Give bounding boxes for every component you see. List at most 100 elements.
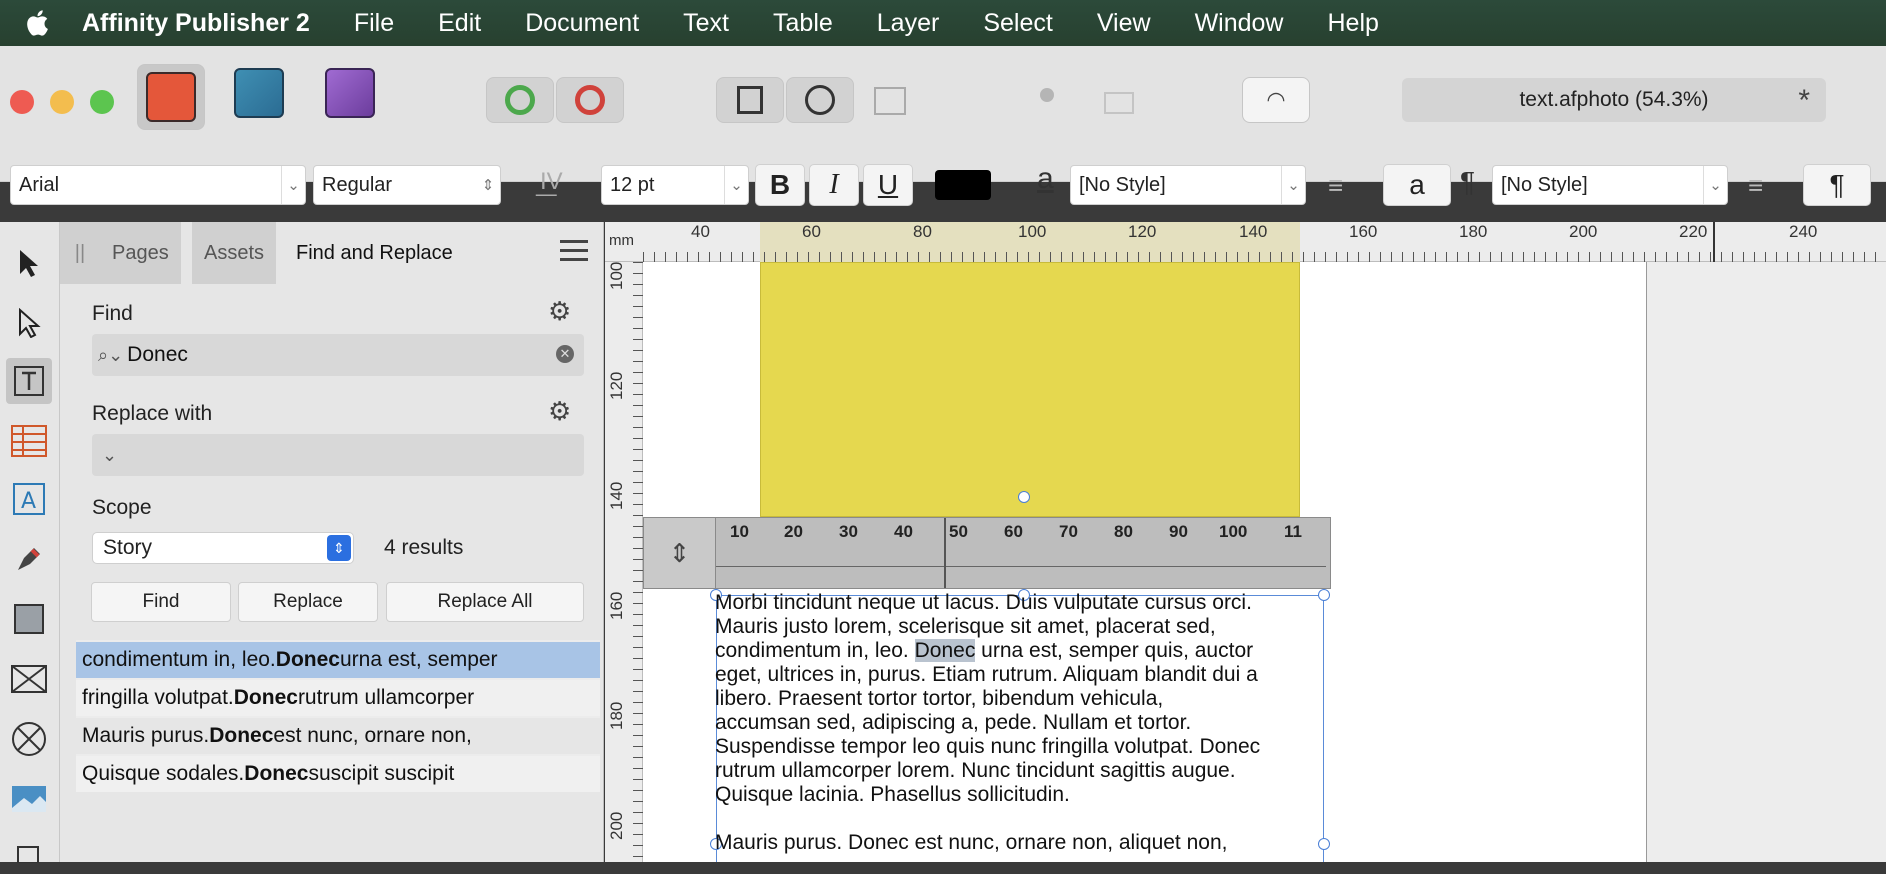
yellow-rectangle[interactable] bbox=[760, 262, 1300, 517]
table-tool[interactable] bbox=[8, 420, 50, 462]
font-family-field[interactable]: Arial ⌄ bbox=[10, 165, 306, 205]
view-mode-button[interactable]: ◠ bbox=[1242, 77, 1310, 123]
text-color-swatch[interactable] bbox=[935, 170, 991, 200]
hollow-arrow-icon bbox=[19, 308, 41, 338]
replace-input[interactable]: ⌄ bbox=[92, 434, 584, 476]
publisher-persona-button[interactable] bbox=[137, 64, 205, 130]
clear-icon[interactable]: ✕ bbox=[556, 345, 574, 363]
anchor-icon[interactable] bbox=[1104, 92, 1134, 114]
pin-icon[interactable] bbox=[1040, 88, 1054, 102]
wrap-settings-button[interactable] bbox=[786, 77, 854, 123]
replace-options-gear-icon[interactable]: ⚙ bbox=[548, 396, 571, 427]
drag-handle-icon[interactable]: ⇕ bbox=[644, 518, 716, 588]
menu-file[interactable]: File bbox=[354, 9, 394, 38]
place-image-tool[interactable] bbox=[8, 778, 50, 820]
table-icon bbox=[11, 425, 47, 457]
panel-menu-icon[interactable] bbox=[560, 240, 588, 264]
italic-button[interactable]: I bbox=[809, 164, 859, 206]
text-ruler-label: 20 bbox=[784, 522, 803, 541]
ruler-label: 180 bbox=[1459, 222, 1488, 241]
tab-assets[interactable]: Assets bbox=[192, 222, 277, 284]
paragraph-style-field[interactable]: [No Style] ⌄ bbox=[1492, 165, 1728, 205]
app-menu[interactable]: Affinity Publisher 2 bbox=[82, 9, 310, 38]
node-tool[interactable] bbox=[8, 302, 50, 344]
underline-button[interactable]: U bbox=[863, 164, 913, 206]
rectangle-tool[interactable] bbox=[8, 598, 50, 640]
paragraph-style-button[interactable]: ¶ bbox=[1803, 164, 1871, 206]
result-text: rutrum ullamcorper bbox=[297, 686, 475, 709]
result-item[interactable]: fringilla volutpat. Donec rutrum ullamco… bbox=[76, 680, 600, 716]
menu-select[interactable]: Select bbox=[983, 9, 1052, 38]
rectangle-icon bbox=[14, 604, 44, 634]
clear-char-style-icon[interactable]: ≡ bbox=[1328, 170, 1362, 200]
minimize-window-button[interactable] bbox=[50, 90, 74, 114]
font-style-value: Regular bbox=[322, 173, 393, 196]
paragraph-style-icon: ¶ bbox=[1460, 166, 1476, 197]
result-text: condimentum in, leo. bbox=[82, 648, 276, 671]
text-line: eget, ultrices in, purus. Etiam rutrum. … bbox=[715, 663, 1258, 686]
tab-find-and-replace[interactable]: Find and Replace bbox=[284, 222, 465, 284]
replace-button[interactable]: Replace bbox=[238, 582, 378, 622]
menu-layer[interactable]: Layer bbox=[877, 9, 940, 38]
kerning-icon[interactable]: I͟V bbox=[540, 168, 563, 196]
image-icon bbox=[12, 786, 46, 812]
close-window-button[interactable] bbox=[10, 90, 34, 114]
frame-handle[interactable] bbox=[1318, 838, 1330, 850]
document-tab[interactable]: text.afphoto (54.3%) * bbox=[1402, 78, 1826, 122]
more-tools[interactable] bbox=[8, 832, 50, 874]
rotation-handle[interactable] bbox=[1018, 491, 1030, 503]
menu-table[interactable]: Table bbox=[773, 9, 833, 38]
ellipse-frame-tool[interactable] bbox=[8, 718, 50, 760]
font-size-value: 12 pt bbox=[610, 173, 655, 196]
photo-persona-icon[interactable] bbox=[325, 68, 375, 118]
document-canvas[interactable]: ⇕ 10 20 30 40 50 60 70 80 90 100 11 Morb… bbox=[605, 222, 1886, 862]
ruler-label: 80 bbox=[913, 222, 932, 241]
text-frame-ruler[interactable]: ⇕ 10 20 30 40 50 60 70 80 90 100 11 bbox=[643, 517, 1331, 589]
find-options-gear-icon[interactable]: ⚙ bbox=[548, 296, 571, 327]
font-style-field[interactable]: Regular ⇕ bbox=[313, 165, 501, 205]
text-ruler-label: 30 bbox=[839, 522, 858, 541]
scope-label: Scope bbox=[92, 496, 152, 519]
menu-view[interactable]: View bbox=[1097, 9, 1151, 38]
horizontal-ruler[interactable]: mm 40 60 80 100 120 140 160 180 200 220 … bbox=[605, 222, 1886, 262]
clear-para-style-icon[interactable]: ≡ bbox=[1748, 170, 1782, 200]
scope-select[interactable]: Story ⇕ bbox=[92, 532, 354, 564]
move-tool[interactable] bbox=[8, 242, 50, 284]
designer-persona-icon[interactable] bbox=[234, 68, 284, 118]
find-input[interactable]: ⌕⌄ Donec ✕ bbox=[92, 334, 584, 376]
menubar: Affinity Publisher 2 File Edit Document … bbox=[0, 0, 1886, 46]
panel-grip-icon[interactable]: || bbox=[60, 222, 100, 284]
tab-pages[interactable]: Pages bbox=[100, 222, 181, 284]
character-style-field[interactable]: [No Style] ⌄ bbox=[1070, 165, 1306, 205]
zoom-window-button[interactable] bbox=[90, 90, 114, 114]
font-size-field[interactable]: 12 pt ⌄ bbox=[601, 165, 749, 205]
apple-icon[interactable] bbox=[24, 8, 54, 38]
picture-frame-icon[interactable] bbox=[874, 87, 906, 115]
artistic-text-tool[interactable]: A bbox=[8, 478, 50, 520]
ruler-label: 200 bbox=[1569, 222, 1598, 241]
text-ruler-label: 50 bbox=[949, 522, 968, 541]
preflight-error-button[interactable] bbox=[556, 77, 624, 123]
menu-edit[interactable]: Edit bbox=[438, 9, 481, 38]
menu-text[interactable]: Text bbox=[683, 9, 729, 38]
preflight-ok-button[interactable] bbox=[486, 77, 554, 123]
result-item[interactable]: Mauris purus. Donec est nunc, ornare non… bbox=[76, 718, 600, 754]
text-wrap-button[interactable] bbox=[716, 77, 784, 123]
find-button[interactable]: Find bbox=[91, 582, 231, 622]
publisher-persona-icon bbox=[146, 72, 196, 122]
result-item[interactable]: condimentum in, leo. Donec urna est, sem… bbox=[76, 642, 600, 678]
menu-window[interactable]: Window bbox=[1195, 9, 1284, 38]
replace-all-button[interactable]: Replace All bbox=[386, 582, 584, 622]
vertical-ruler[interactable]: 100 120 140 160 180 200 bbox=[605, 262, 643, 862]
picture-frame-tool[interactable] bbox=[8, 658, 50, 700]
character-style-button[interactable]: a bbox=[1383, 164, 1451, 206]
bold-button[interactable]: B bbox=[755, 164, 805, 206]
frame-text-tool[interactable] bbox=[6, 358, 52, 404]
frame-handle[interactable] bbox=[1318, 589, 1330, 601]
pen-tool[interactable] bbox=[8, 538, 50, 580]
result-text: urna est, semper bbox=[339, 648, 498, 671]
text-ruler-label: 11 bbox=[1284, 522, 1302, 541]
menu-document[interactable]: Document bbox=[525, 9, 639, 38]
result-item[interactable]: Quisque sodales. Donec suscipit suscipit bbox=[76, 756, 600, 792]
menu-help[interactable]: Help bbox=[1327, 9, 1378, 38]
